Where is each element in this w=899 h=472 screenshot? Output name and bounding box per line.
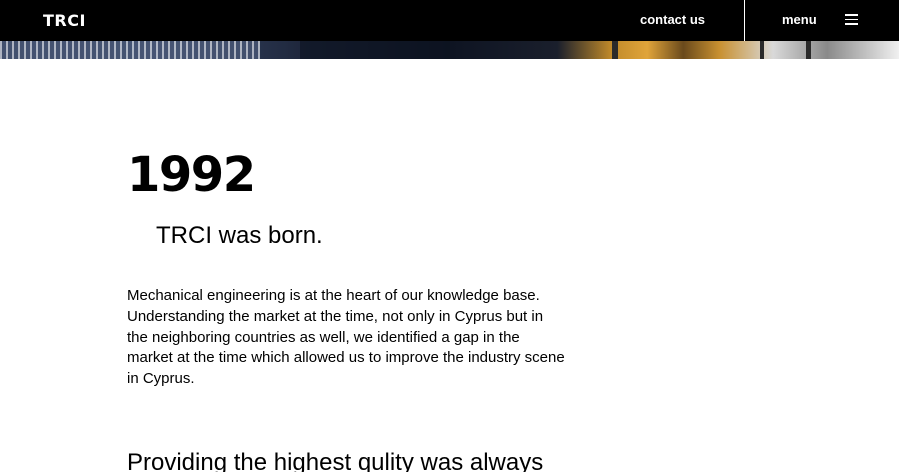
hero-image bbox=[0, 41, 899, 59]
section-heading: Providing the highest qulity was always bbox=[127, 449, 544, 472]
menu-button[interactable]: menu bbox=[745, 0, 899, 41]
hamburger-icon bbox=[845, 14, 858, 25]
page: TRCI contact us menu 1992 TRCI was born.… bbox=[0, 0, 899, 472]
site-header: TRCI contact us menu bbox=[0, 0, 899, 41]
menu-label: menu bbox=[782, 12, 817, 27]
subtitle: TRCI was born. bbox=[156, 222, 323, 249]
year-heading: 1992 bbox=[127, 147, 256, 203]
contact-us-link[interactable]: contact us bbox=[640, 12, 705, 27]
site-logo[interactable]: TRCI bbox=[43, 11, 86, 30]
intro-paragraph: Mechanical engineering is at the heart o… bbox=[127, 287, 565, 388]
